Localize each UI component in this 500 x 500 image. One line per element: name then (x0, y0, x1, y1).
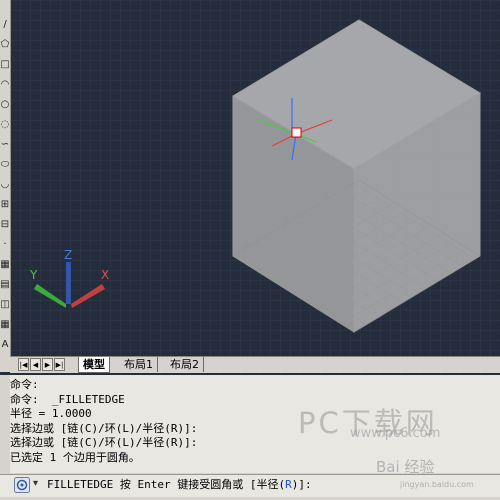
command-dropdown-arrow-icon[interactable]: ▾ (33, 478, 38, 489)
tab-nav-prev-button[interactable]: ◀ (30, 358, 41, 371)
tab-nav-last-button[interactable]: ▶| (54, 358, 65, 371)
ucs-x-label: X (101, 268, 109, 282)
text-icon[interactable]: A (0, 338, 10, 352)
point-icon[interactable]: · (0, 238, 10, 252)
insert-block-icon[interactable]: ⊞ (0, 198, 10, 212)
circle-icon[interactable]: ○ (0, 98, 10, 112)
revcloud-icon[interactable]: ◌ (0, 118, 10, 132)
history-line: 命令: (10, 378, 39, 391)
tab-layout1[interactable]: 布局1 (120, 357, 158, 372)
watermark-url: jingyan.baidu.com (400, 480, 474, 489)
arc-icon[interactable]: ◠ (0, 78, 10, 92)
prompt-suffix: )]: (291, 478, 312, 491)
watermark-brand: Bai 经验 (376, 458, 435, 476)
ucs-y-label: Y (29, 268, 38, 282)
command-line-icon[interactable] (14, 477, 30, 493)
tab-nav-first-button[interactable]: |◀ (18, 358, 29, 371)
draw-toolbar: / ⬠ □ ◠ ○ ◌ ∽ ⬭ ◡ ⊞ ⊟ · ▦ ▤ ◫ ▦ A (0, 0, 11, 372)
make-block-icon[interactable]: ⊟ (0, 218, 10, 232)
layout-tab-strip: |◀ ◀ ▶ ▶| 模型 布局1 布局2 (10, 356, 500, 373)
table-icon[interactable]: ▦ (0, 318, 10, 332)
command-prompt[interactable]: FILLETEDGE 按 Enter 键接受圆角或 [半径(R)]: (47, 478, 312, 492)
ellipse-icon[interactable]: ⬭ (0, 158, 10, 172)
rectangle-icon[interactable]: □ (0, 58, 10, 72)
tab-nav-next-button[interactable]: ▶ (42, 358, 53, 371)
watermark-sub: www.pc6.com (350, 426, 441, 441)
tab-layout2[interactable]: 布局2 (166, 357, 204, 372)
polygon-icon[interactable]: ⬠ (0, 38, 10, 52)
spline-icon[interactable]: ∽ (0, 138, 10, 152)
tab-model[interactable]: 模型 (78, 357, 110, 373)
region-icon[interactable]: ◫ (0, 298, 10, 312)
prompt-option-radius[interactable]: R (285, 478, 292, 491)
ellipse-arc-icon[interactable]: ◡ (0, 178, 10, 192)
hatch-icon[interactable]: ▦ (0, 258, 10, 272)
gradient-icon[interactable]: ▤ (0, 278, 10, 292)
prompt-prefix: FILLETEDGE 按 Enter 键接受圆角或 [半径( (47, 478, 286, 491)
line-icon[interactable]: / (0, 18, 10, 32)
ucs-z-label: Z (64, 248, 72, 262)
